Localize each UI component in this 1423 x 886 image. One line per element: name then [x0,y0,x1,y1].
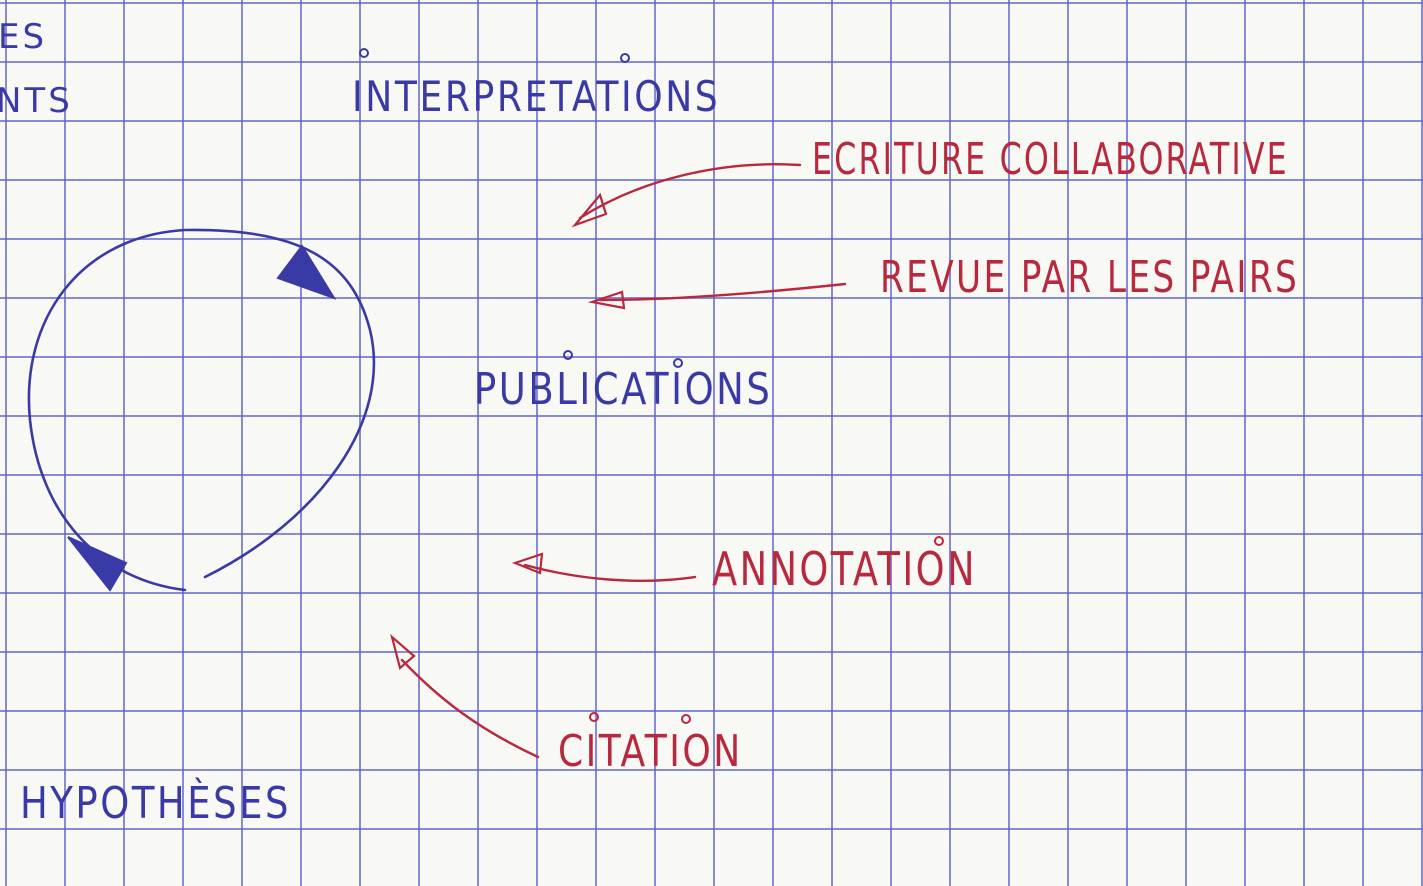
dot-interpretations-2 [620,53,630,63]
label-ecriture-collaborative: ECRITURE COLLABORATIVE [812,134,1289,185]
label-citation: CITATION [558,726,743,777]
arrow-annotation [523,563,697,582]
label-fragment-second: NTS [0,81,73,121]
dot-citation-2 [681,714,691,724]
arrow-revue [598,282,847,302]
arrowhead-annotation [511,552,544,575]
dot-citation-1 [589,712,599,722]
cycle-arrowhead-bottom [67,536,128,592]
label-interpretations: INTERPRETATIONS [352,72,721,121]
arrow-citation [400,658,540,759]
dot-publications-1 [563,350,573,360]
label-hypotheses: HYPOTHÈSES [20,778,291,829]
arrowhead-ecriture [571,192,608,228]
arrowhead-citation [390,633,416,670]
arrow-ecriture [578,163,802,220]
label-revue-par-les-pairs: REVUE PAR LES PAIRS [880,252,1300,303]
label-annotation: ANNOTATION [712,542,977,596]
label-publications: PUBLICATIONS [474,364,773,415]
label-fragment-top: ES [0,17,48,57]
dot-interpretations-1 [359,48,369,58]
cycle-arrowhead-top [276,244,337,300]
